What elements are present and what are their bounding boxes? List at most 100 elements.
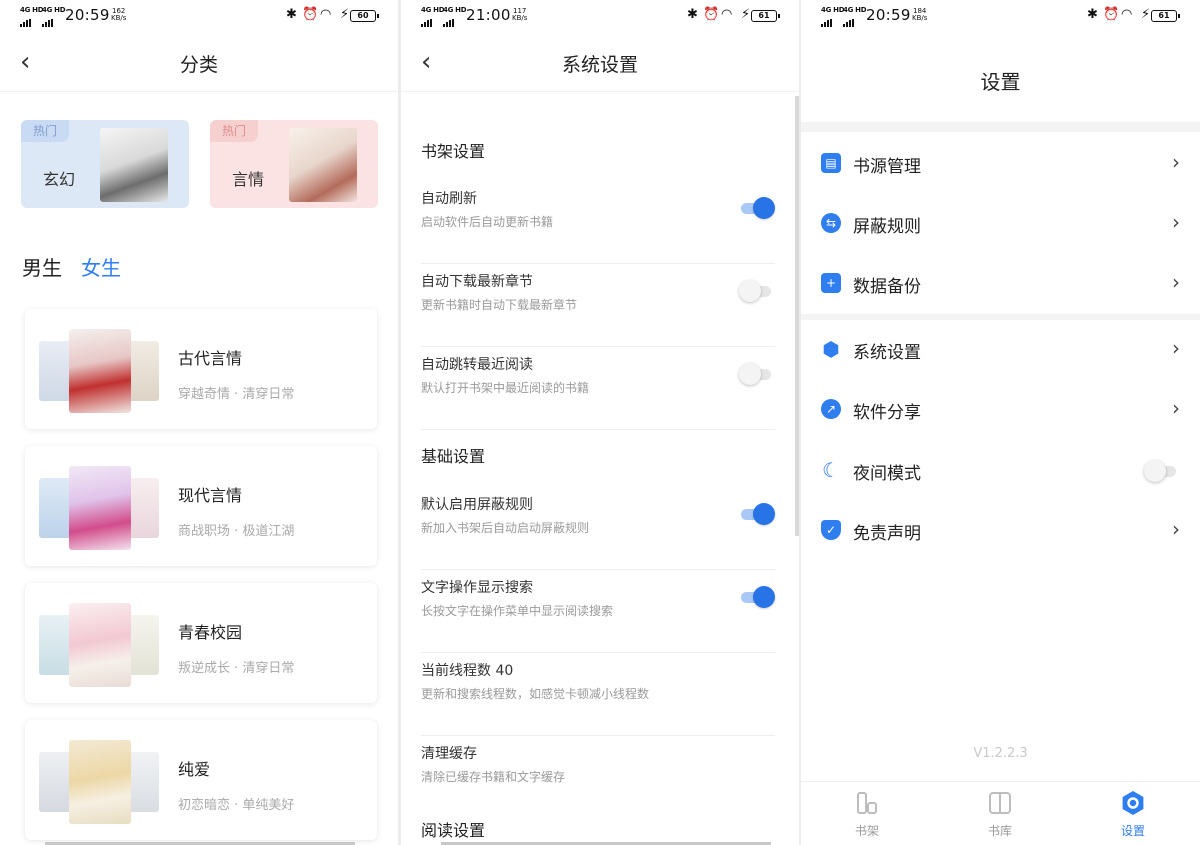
category-screen: 4G HD 4G HD 20:59 162 KB/s ✱ ⏰ ◠ ⚡ 60 ‹ 分… — [0, 0, 398, 845]
category-card[interactable]: 青春校园 叛逆成长 · 清穿日常 — [25, 583, 377, 703]
book-source-icon: ▤ — [821, 153, 841, 173]
toggle-switch[interactable] — [739, 279, 775, 303]
category-card[interactable]: 纯爱 初恋暗恋 · 单纯美好 — [25, 720, 377, 840]
network-label-2: 4G HD — [443, 6, 467, 14]
chevron-right-icon: › — [1172, 270, 1180, 294]
setting-block-rules[interactable]: 默认启用屏蔽规则 新加入书架后自动启动屏蔽规则 — [421, 488, 775, 570]
toggle-switch[interactable] — [741, 585, 775, 609]
setting-desc: 长按文字在操作菜单中显示阅读搜索 — [421, 604, 614, 618]
book-cover-image — [100, 128, 168, 202]
signal-icon — [42, 14, 54, 27]
menu-night-mode[interactable]: ☾ 夜间模式 — [801, 441, 1200, 501]
moon-icon: ☾ — [822, 458, 840, 482]
setting-desc: 更新书籍时自动下载最新章节 — [421, 298, 578, 312]
battery-icon: 61 — [751, 10, 780, 22]
menu-system-settings[interactable]: ⬢ 系统设置 › — [801, 320, 1200, 380]
net-speed: 162 KB/s — [111, 7, 127, 22]
menu-label: 软件分享 — [853, 403, 921, 423]
menu-label: 夜间模式 — [853, 464, 921, 484]
swap-icon: ⇆ — [821, 213, 841, 233]
setting-title: 自动刷新 — [421, 191, 477, 207]
setting-title: 当前线程数 40 — [421, 663, 514, 679]
charging-icon: ⚡ — [741, 7, 751, 22]
tab-library[interactable]: 书库 — [960, 790, 1040, 839]
chevron-right-icon: › — [1172, 396, 1180, 420]
toggle-switch[interactable] — [739, 362, 775, 386]
setting-title: 文字操作显示搜索 — [421, 580, 533, 596]
scrollbar[interactable] — [795, 96, 799, 536]
library-icon — [989, 792, 1011, 814]
signal-icon — [843, 14, 855, 27]
cover-stack — [39, 603, 159, 687]
divider — [801, 122, 1200, 132]
menu-disclaimer[interactable]: ✓ 免责声明 › — [801, 501, 1200, 561]
category-card[interactable]: 古代言情 穿越奇情 · 清穿日常 — [25, 309, 377, 429]
setting-title: 自动下载最新章节 — [421, 274, 533, 290]
menu-label: 系统设置 — [853, 343, 921, 363]
category-tags: 穿越奇情 · 清穿日常 — [178, 387, 295, 402]
tab-label: 书库 — [987, 824, 1012, 838]
wifi-icon: ◠ — [721, 7, 733, 22]
setting-title: 清理缓存 — [421, 746, 477, 762]
menu-label: 免责声明 — [853, 524, 921, 544]
tab-settings[interactable]: 设置 — [1093, 790, 1173, 839]
tab-female[interactable]: 女生 — [81, 252, 121, 281]
net-speed: 184 KB/s — [912, 7, 928, 22]
setting-desc: 启动软件后自动更新书籍 — [421, 215, 554, 229]
menu-data-backup[interactable]: + 数据备份 › — [801, 254, 1200, 314]
toggle-switch[interactable] — [741, 196, 775, 220]
category-card[interactable]: 现代言情 商战职场 · 极道江湖 — [25, 446, 377, 566]
section-title: 基础设置 — [421, 447, 486, 466]
night-mode-toggle[interactable] — [1144, 459, 1180, 483]
hot-category-card[interactable]: 热门 玄幻 — [21, 120, 189, 208]
setting-auto-jump[interactable]: 自动跳转最近阅读 默认打开书架中最近阅读的书籍 — [421, 348, 775, 430]
battery-icon: 61 — [1151, 10, 1180, 22]
system-settings-screen: 4G HD 4G HD 21:00 117 KB/s ✱ ⏰ ◠ ⚡ 61 ‹ 系… — [401, 0, 799, 845]
menu-share[interactable]: ↗ 软件分享 › — [801, 380, 1200, 440]
bluetooth-icon: ✱ — [687, 7, 698, 22]
section-title: 阅读设置 — [421, 821, 486, 840]
tab-label: 设置 — [1120, 824, 1145, 838]
cover-stack — [39, 466, 159, 550]
menu-label: 数据备份 — [853, 277, 921, 297]
section-title: 书架设置 — [421, 142, 486, 161]
settings-hexagon-icon — [1122, 791, 1144, 815]
setting-desc: 清除已缓存书籍和文字缓存 — [421, 770, 566, 784]
plus-icon: + — [821, 273, 841, 293]
bluetooth-icon: ✱ — [286, 7, 297, 22]
setting-thread-count[interactable]: 当前线程数 40 更新和搜索线程数，如感觉卡顿减小线程数 — [421, 654, 775, 736]
network-label-1: 4G HD — [421, 6, 445, 14]
bottom-tab-bar: 书架 书库 设置 — [801, 781, 1200, 845]
tab-male[interactable]: 男生 — [22, 252, 62, 281]
setting-desc: 默认打开书架中最近阅读的书籍 — [421, 381, 590, 395]
tab-bookshelf[interactable]: 书架 — [827, 790, 907, 839]
hot-category-card[interactable]: 热门 言情 — [210, 120, 378, 208]
setting-auto-refresh[interactable]: 自动刷新 启动软件后自动更新书籍 — [421, 182, 775, 264]
menu-block-rules[interactable]: ⇆ 屏蔽规则 › — [801, 194, 1200, 254]
hot-tag: 热门 — [21, 120, 69, 142]
status-bar: 4G HD 4G HD 21:00 117 KB/s ✱ ⏰ ◠ ⚡ 61 — [401, 0, 799, 34]
hot-category-name: 言情 — [232, 170, 265, 189]
setting-text-search[interactable]: 文字操作显示搜索 长按文字在操作菜单中显示阅读搜索 — [421, 571, 775, 653]
status-bar: 4G HD 4G HD 20:59 184 KB/s ✱ ⏰ ◠ ⚡ 61 — [801, 0, 1200, 34]
page-title: 分类 — [179, 54, 218, 76]
hot-tag: 热门 — [210, 120, 258, 142]
category-name: 纯爱 — [178, 760, 211, 779]
page-title: 设置 — [980, 70, 1021, 94]
setting-auto-download[interactable]: 自动下载最新章节 更新书籍时自动下载最新章节 — [421, 265, 775, 347]
menu-book-source[interactable]: ▤ 书源管理 › — [801, 134, 1200, 194]
network-label-1: 4G HD — [20, 6, 44, 14]
status-bar: 4G HD 4G HD 20:59 162 KB/s ✱ ⏰ ◠ ⚡ 60 — [0, 0, 398, 34]
setting-clear-cache[interactable]: 清理缓存 清除已缓存书籍和文字缓存 — [421, 737, 775, 819]
clock: 20:59 — [65, 6, 110, 24]
category-name: 古代言情 — [178, 349, 243, 368]
setting-title: 自动跳转最近阅读 — [421, 357, 533, 373]
wifi-icon: ◠ — [1121, 7, 1133, 22]
signal-icon — [20, 14, 32, 27]
menu-label: 书源管理 — [853, 157, 921, 177]
alarm-icon: ⏰ — [1103, 7, 1120, 22]
shield-check-icon: ✓ — [821, 520, 841, 540]
toggle-switch[interactable] — [741, 502, 775, 526]
bluetooth-icon: ✱ — [1087, 7, 1098, 22]
bookshelf-icon — [857, 792, 877, 814]
